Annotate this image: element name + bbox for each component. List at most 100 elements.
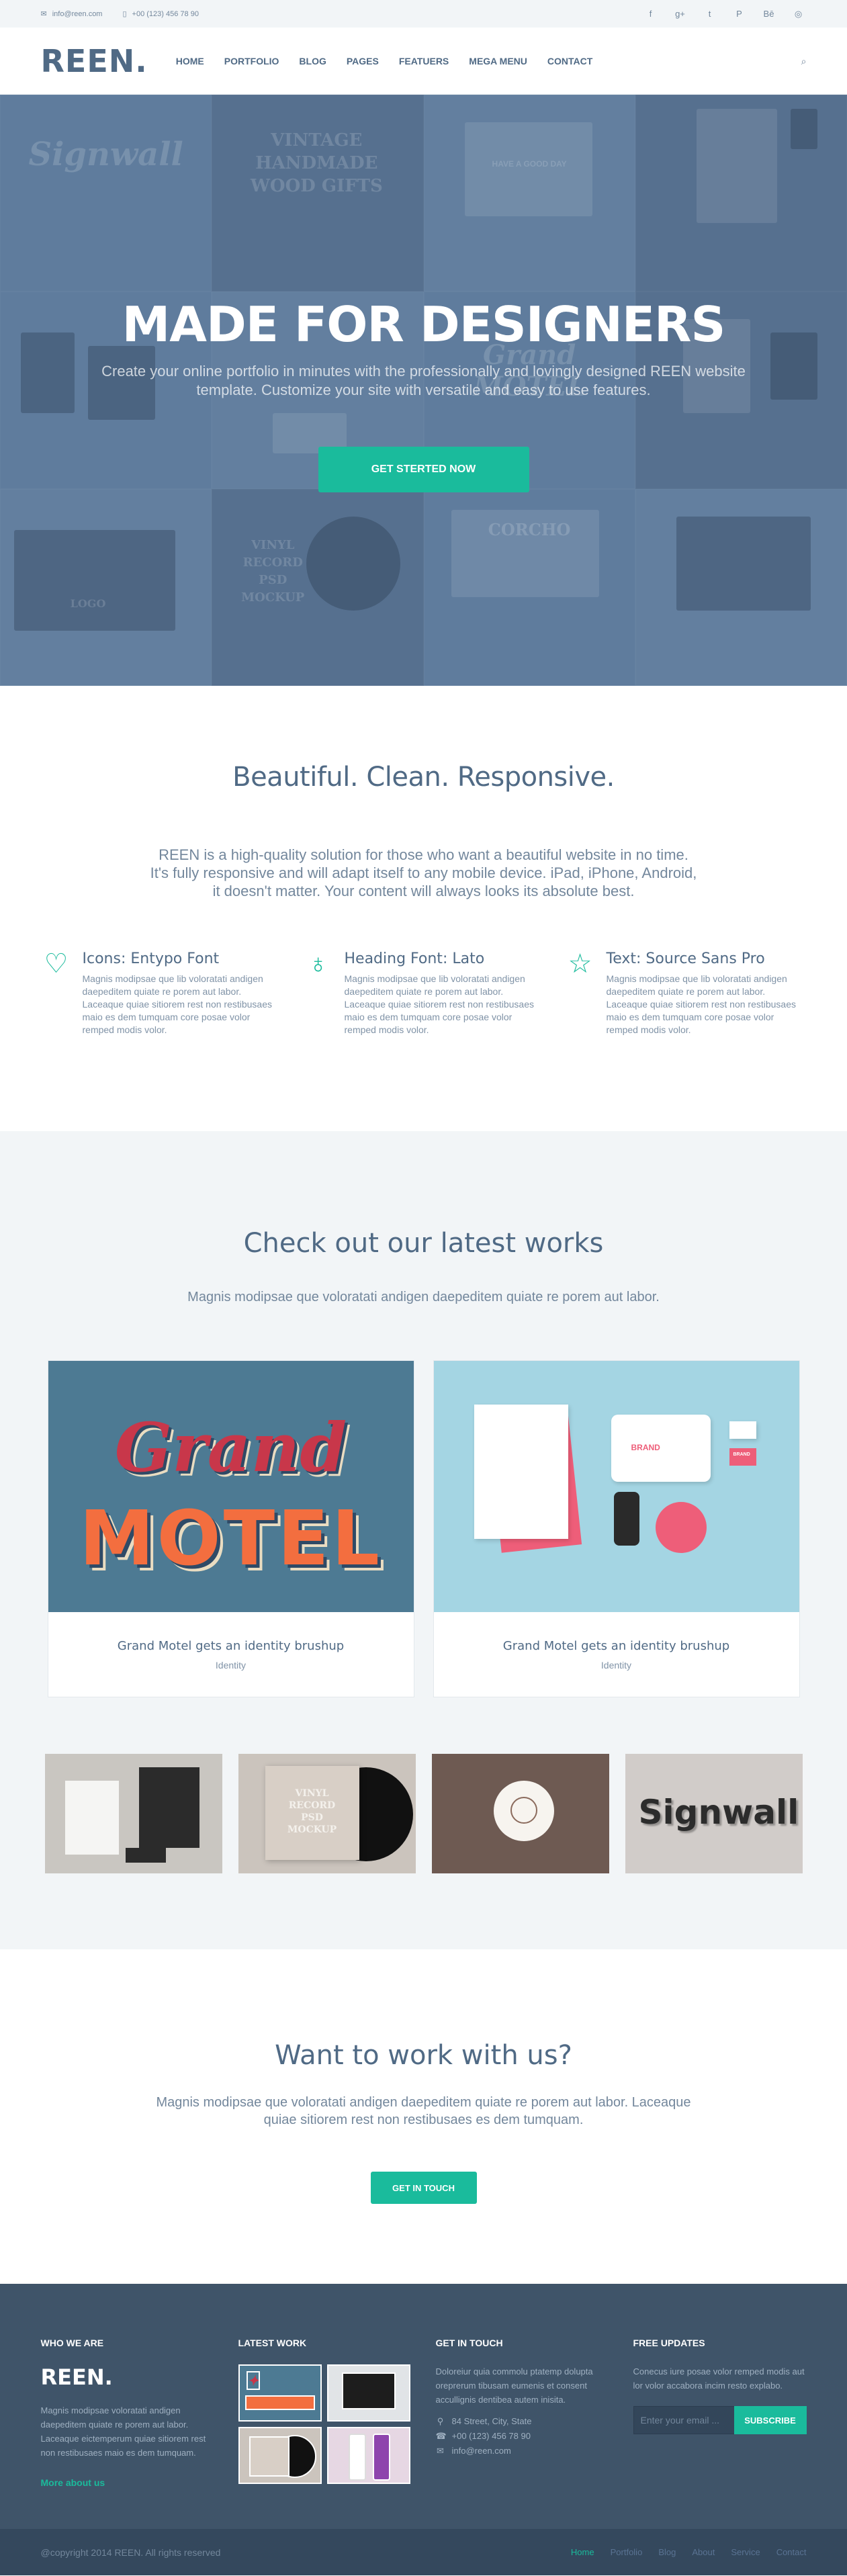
feature-title: Icons: Entypo Font — [82, 950, 220, 967]
work-category: Identity — [215, 1659, 247, 1671]
nav-portfolio[interactable]: PORTFOLIO — [224, 56, 279, 66]
cta-lead: Magnis modipsae que voloratati andigen d… — [156, 2095, 691, 2127]
latest-work-thumb[interactable] — [238, 2427, 322, 2484]
intro-section: Beautiful. Clean. Responsive. REEN is a … — [0, 686, 847, 1131]
feature-title: Heading Font: Lato — [344, 950, 485, 967]
nav-pages[interactable]: PAGES — [347, 56, 379, 66]
latest-work-thumb[interactable] — [326, 2427, 410, 2484]
feature-text: Magnis modipsae que lib voloratati andig… — [82, 973, 273, 1035]
footer-heading: LATEST WORK — [238, 2338, 307, 2348]
work-thumbnail[interactable]: Signwall — [625, 1754, 803, 1873]
get-in-touch-button[interactable]: GET IN TOUCH — [370, 2172, 477, 2204]
nav-home[interactable]: HOME — [176, 56, 204, 66]
phone-icon: ☎ — [435, 2431, 447, 2441]
nav-mega-menu[interactable]: MEGA MENU — [469, 56, 527, 66]
thumbnail-art-text: VINYL RECORD PSD MOCKUP — [287, 1788, 337, 1835]
latest-work-thumb[interactable] — [326, 2364, 410, 2422]
map-pin-icon: ⚲ — [437, 2416, 444, 2426]
behance-icon[interactable]: Bē — [761, 9, 777, 19]
hero-subtitle: Create your online portfolio in minutes … — [101, 363, 746, 398]
footer-heading: WHO WE ARE — [40, 2338, 104, 2348]
google-plus-icon[interactable]: g+ — [672, 9, 688, 19]
facebook-icon[interactable]: f — [643, 9, 659, 19]
hero-content: MADE FOR DESIGNERS Create your online po… — [0, 95, 847, 686]
work-title[interactable]: Grand Motel gets an identity brushup — [503, 1639, 729, 1653]
copyright-text: @copyright 2014 REEN. All rights reserve… — [40, 2546, 221, 2558]
footer-nav-home[interactable]: Home — [571, 2547, 594, 2557]
work-caption: Grand Motel gets an identity brushup Ide… — [434, 1612, 799, 1697]
footer-email[interactable]: ✉ info@reen.com — [436, 2446, 609, 2456]
thumbnail-art-text: Signwall — [638, 1793, 799, 1832]
footer-latest-work: LATEST WORK ✦ — [238, 2338, 412, 2488]
more-about-us-link[interactable]: More about us — [41, 2477, 214, 2488]
mobile-icon: ▯ — [122, 10, 127, 18]
twitter-icon[interactable]: t — [702, 9, 718, 19]
footer-nav-blog[interactable]: Blog — [658, 2547, 676, 2557]
works-lead: Magnis modipsae que voloratati andigen d… — [187, 1290, 660, 1304]
subscribe-button[interactable]: SUBSCRIBE — [733, 2406, 807, 2434]
footer-nav: Home Portfolio Blog About Service Contac… — [571, 2547, 807, 2557]
feature-title: Text: Source Sans Pro — [606, 950, 765, 967]
work-thumbnail[interactable]: BRAND BRAND — [433, 1361, 799, 1612]
footer-nav-service[interactable]: Service — [731, 2547, 760, 2557]
footer-about-text: Magnis modipsae voloratati andigen daepe… — [40, 2405, 206, 2458]
envelope-icon: ✉ — [40, 10, 47, 18]
nav-contact[interactable]: CONTACT — [547, 56, 592, 66]
footer-contact-list: ⚲ 84 Street, City, State ☎ +00 (123) 456 7… — [436, 2416, 609, 2456]
feature-text: Magnis modipsae que lib voloratati andig… — [344, 973, 535, 1035]
thumbnail-art-text: MOTEL — [79, 1495, 382, 1583]
feature-text: Magnis modipsae que lib voloratati andig… — [606, 973, 797, 1035]
footer-who-we-are: WHO WE ARE REEN. Magnis modipsae volorat… — [41, 2338, 214, 2488]
footer-get-in-touch: GET IN TOUCH Doloreiur quia commolu ptat… — [436, 2338, 609, 2488]
top-contact: ✉ info@reen.com ▯ +00 (123) 456 78 90 — [40, 9, 199, 19]
work-caption: Grand Motel gets an identity brushup Ide… — [48, 1612, 414, 1697]
main-nav: HOME PORTFOLIO BLOG PAGES FEATUERS MEGA … — [176, 56, 801, 66]
thumbnail-art-text: BRAND — [631, 1443, 660, 1452]
nav-features[interactable]: FEATUERS — [399, 56, 449, 66]
cta-title: Want to work with us? — [275, 2040, 572, 2071]
footer-phone: ☎ +00 (123) 456 78 90 — [436, 2431, 609, 2442]
footer-logo: REEN. — [40, 2364, 113, 2390]
work-thumbnail[interactable] — [44, 1754, 222, 1873]
top-phone-text: +00 (123) 456 78 90 — [132, 9, 199, 18]
footer-nav-portfolio[interactable]: Portfolio — [611, 2547, 643, 2557]
featured-works: Grand MOTEL Grand Motel gets an identity… — [41, 1360, 807, 1697]
footer-nav-about[interactable]: About — [692, 2547, 715, 2557]
footer-free-updates: FREE UPDATES Conecus iure posae volor re… — [633, 2338, 807, 2488]
nav-blog[interactable]: BLOG — [299, 56, 326, 66]
top-bar: ✉ info@reen.com ▯ +00 (123) 456 78 90 f g+… — [0, 0, 847, 28]
work-title[interactable]: Grand Motel gets an identity brushup — [118, 1639, 344, 1653]
footer-updates-text: Conecus iure posae volor remped modis au… — [633, 2366, 805, 2391]
work-thumbnail[interactable]: Grand MOTEL — [48, 1361, 414, 1612]
more-works: VINYL RECORD PSD MOCKUP Signwall — [41, 1754, 807, 1873]
top-phone: ▯ +00 (123) 456 78 90 — [122, 9, 199, 19]
heart-icon: ♡ — [44, 949, 69, 979]
footer-address-text: 84 Street, City, State — [451, 2416, 532, 2426]
bottom-bar: @copyright 2014 REEN. All rights reserve… — [0, 2529, 847, 2575]
top-email[interactable]: ✉ info@reen.com — [40, 9, 103, 19]
feature-list: ♡ Icons: Entypo Font Magnis modipsae que… — [41, 950, 807, 1036]
feature-item: ☆ Text: Source Sans Pro Magnis modipsae … — [565, 950, 807, 1036]
footer-address: ⚲ 84 Street, City, State — [436, 2416, 609, 2427]
site-footer: WHO WE ARE REEN. Magnis modipsae volorat… — [0, 2284, 847, 2529]
footer-phone-text: +00 (123) 456 78 90 — [451, 2431, 531, 2441]
work-card[interactable]: Grand MOTEL Grand Motel gets an identity… — [47, 1360, 414, 1697]
footer-email-text: info@reen.com — [451, 2446, 511, 2456]
lightbulb-icon: ♁ — [308, 949, 328, 979]
envelope-icon: ✉ — [437, 2446, 444, 2456]
dribbble-icon[interactable]: ◎ — [791, 9, 807, 19]
intro-lead: REEN is a high-quality solution for thos… — [150, 846, 697, 899]
latest-work-thumb[interactable]: ✦ — [238, 2364, 322, 2422]
latest-work-grid: ✦ — [238, 2364, 412, 2484]
pinterest-icon[interactable]: P — [731, 9, 748, 19]
work-thumbnail[interactable]: VINYL RECORD PSD MOCKUP — [238, 1754, 416, 1873]
get-started-button[interactable]: GET STERTED NOW — [318, 447, 529, 492]
work-thumbnail[interactable] — [431, 1754, 609, 1873]
footer-heading: FREE UPDATES — [633, 2338, 705, 2348]
search-icon[interactable]: ⌕ — [801, 56, 807, 67]
footer-nav-contact[interactable]: Contact — [776, 2547, 807, 2557]
site-logo[interactable]: REEN. — [41, 43, 148, 79]
top-email-text: info@reen.com — [52, 9, 103, 18]
newsletter-email-input[interactable] — [633, 2406, 734, 2434]
work-card[interactable]: BRAND BRAND Grand Motel gets an identity… — [433, 1360, 800, 1697]
